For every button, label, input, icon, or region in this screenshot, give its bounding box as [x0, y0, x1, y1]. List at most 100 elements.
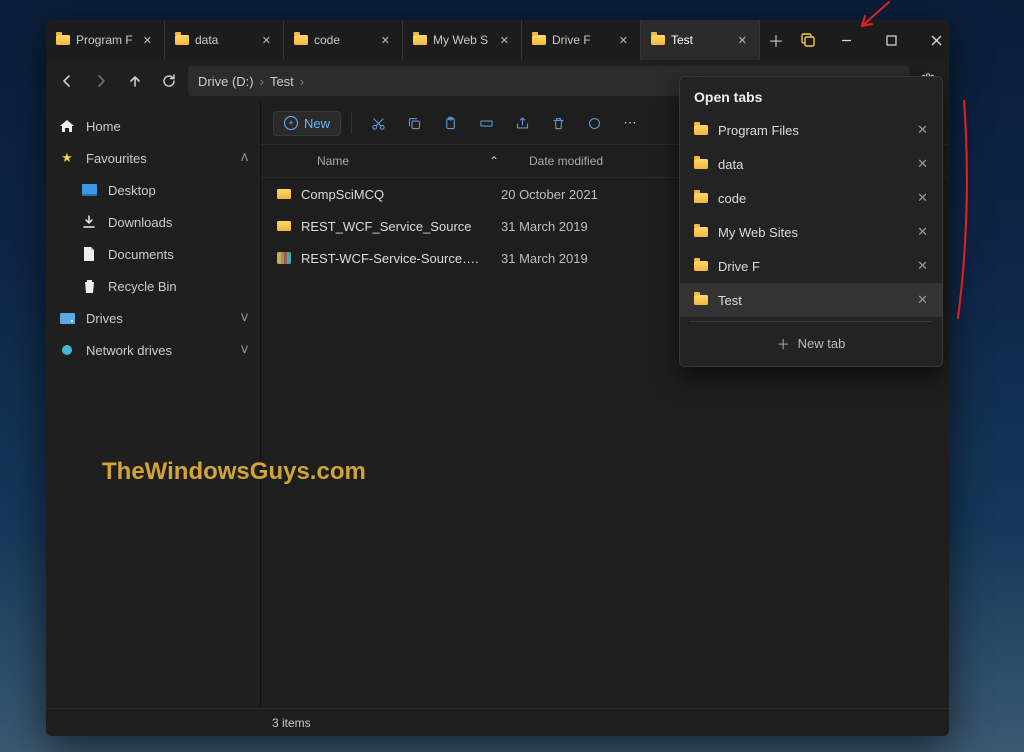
- tab-close-icon[interactable]: ✕: [615, 31, 632, 50]
- minimize-button[interactable]: [824, 20, 869, 60]
- popup-tab-label: My Web Sites: [718, 225, 798, 240]
- sidebar: Home ★Favouritesᐱ Desktop Downloads Docu…: [46, 102, 260, 708]
- tab-list-button[interactable]: [792, 20, 824, 60]
- close-button[interactable]: [914, 20, 949, 60]
- tab-active[interactable]: Test✕: [641, 20, 760, 60]
- window-controls: [824, 20, 949, 60]
- recycle-bin-icon: [80, 279, 98, 293]
- titlebar: Program F✕ data✕ code✕ My Web S✕ Drive F…: [46, 20, 949, 60]
- popup-tab-item[interactable]: Program Files✕: [680, 113, 942, 147]
- folder-icon: [294, 35, 308, 45]
- popup-tab-item[interactable]: code ✕: [680, 181, 942, 215]
- popup-tab-label: data: [718, 157, 743, 172]
- popup-tab-close-icon[interactable]: ✕: [917, 258, 928, 274]
- chevron-up-icon: ᐱ: [241, 153, 248, 164]
- file-explorer-window: Program F✕ data ✕ code ✕ My Web S✕ Drive F…: [46, 20, 949, 736]
- desktop-icon: [80, 184, 98, 196]
- folder-icon: [277, 189, 291, 199]
- popup-tab-close-icon[interactable]: ✕: [917, 224, 928, 240]
- refresh-button[interactable]: [154, 66, 184, 96]
- watermark-text: TheWindowsGuys.com: [102, 458, 366, 486]
- rename-button[interactable]: [470, 108, 502, 138]
- share-button[interactable]: [506, 108, 538, 138]
- new-button[interactable]: +New: [273, 111, 341, 136]
- folder-icon: [56, 35, 70, 45]
- popup-tab-item[interactable]: data ✕: [680, 147, 942, 181]
- popup-title: Open tabs: [694, 89, 928, 105]
- tab-strip: Program F✕ data✕ code✕ My Web S✕ Drive F…: [46, 20, 824, 60]
- sidebar-item-recycle-bin[interactable]: Recycle Bin: [46, 270, 260, 302]
- chevron-down-icon: ᐯ: [241, 345, 248, 356]
- tab[interactable]: My Web S✕: [403, 20, 522, 60]
- sidebar-item-desktop[interactable]: Desktop: [46, 174, 260, 206]
- popup-tab-item[interactable]: Test ✕: [680, 283, 942, 317]
- popup-tab-close-icon[interactable]: ✕: [917, 292, 928, 308]
- breadcrumb-segment[interactable]: Drive (D:): [198, 74, 254, 89]
- column-header-name[interactable]: Name⌃: [261, 154, 517, 168]
- tab[interactable]: code✕: [284, 20, 403, 60]
- sort-asc-icon: ⌃: [489, 154, 517, 168]
- file-name: CompSciMCQ: [301, 187, 384, 202]
- more-button[interactable]: ⋯: [614, 108, 646, 138]
- tab-close-icon[interactable]: ✕: [139, 31, 156, 50]
- folder-icon: [694, 261, 708, 271]
- breadcrumb-segment[interactable]: Test: [270, 74, 294, 89]
- up-button[interactable]: [120, 66, 150, 96]
- downloads-icon: [80, 215, 98, 229]
- network-icon: [58, 344, 76, 357]
- cut-button[interactable]: [362, 108, 394, 138]
- folder-icon: [694, 159, 708, 169]
- delete-button[interactable]: [542, 108, 574, 138]
- chevron-right-icon: ›: [300, 74, 304, 89]
- tab-close-icon[interactable]: ✕: [258, 31, 275, 50]
- star-icon: ★: [58, 150, 76, 166]
- popup-tab-label: code: [718, 191, 746, 206]
- popup-tab-close-icon[interactable]: ✕: [917, 190, 928, 206]
- popup-tab-close-icon[interactable]: ✕: [917, 156, 928, 172]
- plus-icon: +: [284, 116, 298, 130]
- sidebar-item-downloads[interactable]: Downloads: [46, 206, 260, 238]
- properties-button[interactable]: [578, 108, 610, 138]
- folder-icon: [694, 295, 708, 305]
- popup-tab-item[interactable]: Drive F ✕: [680, 249, 942, 283]
- popup-tab-close-icon[interactable]: ✕: [917, 122, 928, 138]
- sidebar-item-home[interactable]: Home: [46, 110, 260, 142]
- paste-button[interactable]: [434, 108, 466, 138]
- archive-icon: [277, 252, 291, 264]
- back-button[interactable]: [52, 66, 82, 96]
- new-tab-button[interactable]: ＋: [760, 20, 792, 60]
- file-name: REST_WCF_Service_Source: [301, 219, 472, 234]
- plus-icon: ＋: [777, 334, 790, 353]
- tab-close-icon[interactable]: ✕: [734, 31, 751, 50]
- folder-icon: [651, 35, 665, 45]
- tab[interactable]: data✕: [165, 20, 284, 60]
- folder-icon: [413, 35, 427, 45]
- sidebar-item-favourites[interactable]: ★Favouritesᐱ: [46, 142, 260, 174]
- popup-new-tab[interactable]: ＋New tab: [680, 326, 942, 360]
- drive-icon: [58, 313, 76, 324]
- sidebar-item-network-drives[interactable]: Network drivesᐯ: [46, 334, 260, 366]
- folder-icon: [175, 35, 189, 45]
- copy-button[interactable]: [398, 108, 430, 138]
- annotation-curve: [954, 100, 974, 320]
- tab-close-icon[interactable]: ✕: [377, 31, 394, 50]
- popup-tab-item[interactable]: My Web Sites ✕: [680, 215, 942, 249]
- tab[interactable]: Drive F✕: [522, 20, 641, 60]
- folder-icon: [277, 221, 291, 231]
- popup-tab-label: Test: [718, 293, 742, 308]
- home-icon: [58, 120, 76, 132]
- folder-icon: [532, 35, 546, 45]
- chevron-right-icon: ›: [260, 74, 264, 89]
- status-bar: 3 items: [46, 708, 949, 736]
- forward-button[interactable]: [86, 66, 116, 96]
- folder-icon: [694, 125, 708, 135]
- file-name: REST-WCF-Service-Source….: [301, 251, 479, 266]
- folder-icon: [694, 193, 708, 203]
- tab[interactable]: Program F✕: [46, 20, 165, 60]
- sidebar-item-drives[interactable]: Drivesᐯ: [46, 302, 260, 334]
- popup-tab-label: Drive F: [718, 259, 760, 274]
- sidebar-item-documents[interactable]: Documents: [46, 238, 260, 270]
- open-tabs-popup: Open tabs Program Files✕data✕code✕My Web…: [679, 76, 943, 367]
- tab-close-icon[interactable]: ✕: [496, 31, 513, 50]
- maximize-button[interactable]: [869, 20, 914, 60]
